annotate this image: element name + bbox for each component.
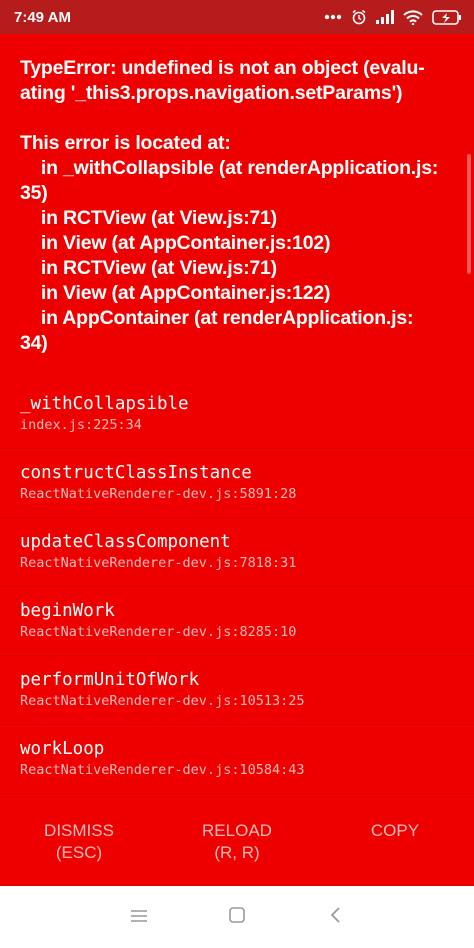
stack-frame-file: ReactNativeRenderer-dev.js:5891:28	[20, 486, 297, 502]
scrollbar[interactable]	[467, 154, 471, 274]
error-message-line: This error is located at:	[20, 132, 231, 154]
error-message-line: in _withCollapsible (at renderApplicatio…	[20, 157, 439, 179]
stack-frame-file: ReactNativeRenderer-dev.js:8285:10	[20, 624, 297, 640]
system-nav-bar	[0, 886, 474, 948]
reload-button-label: RELOAD	[202, 821, 272, 840]
stack-frame[interactable]: workLoop ReactNativeRenderer-dev.js:1058…	[0, 725, 474, 794]
dismiss-button[interactable]: DISMISS (ESC)	[0, 820, 158, 864]
stack-frame[interactable]: updateClassComponent ReactNativeRenderer…	[0, 518, 474, 587]
error-message-line: in RCTView (at View.js:71)	[20, 207, 277, 229]
battery-charging-icon	[432, 9, 462, 25]
redbox-button-bar: DISMISS (ESC) RELOAD (R, R) COPY	[0, 810, 474, 886]
more-dots-icon	[324, 14, 342, 20]
stack-frame-method: updateClassComponent	[20, 532, 231, 552]
menu-icon	[130, 908, 148, 927]
stack-frame-method: constructClassInstance	[20, 463, 252, 483]
stack-frame-file: ReactNativeRenderer-dev.js:7818:31	[20, 555, 297, 571]
stack-frame-method: beginWork	[20, 601, 115, 621]
error-message-line: 35)	[20, 182, 48, 204]
error-message-line: TypeError: undefined is not an object (e…	[20, 57, 425, 79]
recent-apps-button[interactable]	[109, 897, 169, 937]
stack-frame-file: index.js:225:34	[20, 417, 142, 433]
stack-frame-method: workLoop	[20, 739, 105, 759]
redbox-error-screen: TypeError: undefined is not an object (e…	[0, 34, 474, 886]
stack-frame-method: performUnitOfWork	[20, 670, 200, 690]
home-button[interactable]	[207, 897, 267, 937]
stack-frame[interactable]: constructClassInstance ReactNativeRender…	[0, 449, 474, 518]
error-message-line: 34)	[20, 332, 48, 354]
stack-frame-file: ReactNativeRenderer-dev.js:10513:25	[20, 693, 305, 709]
stack-frame-method: _withCollapsible	[20, 394, 189, 414]
stack-frame[interactable]: _withCollapsible index.js:225:34	[0, 380, 474, 449]
home-square-icon	[228, 906, 246, 928]
error-message-line: ating '_this3.props.navigation.setParams…	[20, 82, 403, 104]
error-message-line: in RCTView (at View.js:71)	[20, 257, 277, 279]
back-button[interactable]	[305, 897, 365, 937]
stack-frame[interactable]: performUnitOfWork ReactNativeRenderer-de…	[0, 656, 474, 725]
reload-button[interactable]: RELOAD (R, R)	[158, 820, 316, 864]
status-bar: 7:49 AM	[0, 0, 474, 34]
error-message-line: in View (at AppContainer.js:122)	[20, 282, 331, 304]
reload-button-shortcut: (R, R)	[214, 843, 260, 862]
error-message: TypeError: undefined is not an object (e…	[20, 56, 456, 356]
stack-trace-list: _withCollapsible index.js:225:34 constru…	[0, 380, 474, 794]
wifi-icon	[403, 9, 423, 25]
status-time: 7:49 AM	[14, 8, 71, 26]
copy-button-label: COPY	[370, 821, 420, 840]
back-chevron-icon	[329, 906, 341, 928]
signal-icon	[376, 10, 394, 24]
alarm-clock-icon	[351, 9, 367, 25]
error-message-spacer	[20, 106, 456, 131]
error-message-line: in AppContainer (at renderApplication.js…	[20, 307, 414, 329]
copy-button[interactable]: COPY	[316, 820, 474, 842]
dismiss-button-label: DISMISS	[44, 821, 114, 840]
error-message-line: in View (at AppContainer.js:102)	[20, 232, 331, 254]
status-icons	[324, 9, 462, 25]
stack-frame[interactable]: beginWork ReactNativeRenderer-dev.js:828…	[0, 587, 474, 656]
dismiss-button-shortcut: (ESC)	[55, 843, 103, 862]
stack-frame-file: ReactNativeRenderer-dev.js:10584:43	[20, 762, 305, 778]
